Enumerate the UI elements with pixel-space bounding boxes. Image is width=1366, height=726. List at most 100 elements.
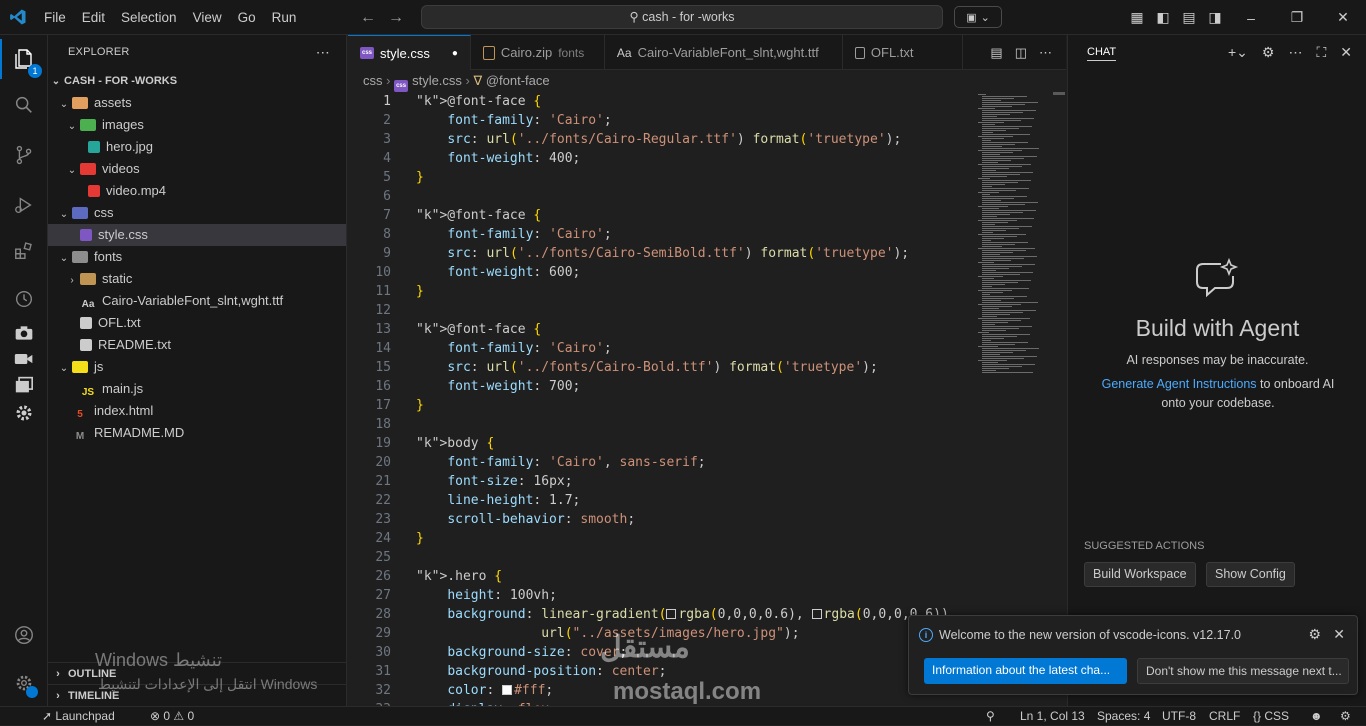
code-line[interactable]: 1 "k">@font-face { xyxy=(348,92,978,111)
notifications-bell-icon[interactable]: ⚙ xyxy=(1340,707,1351,726)
unsaved-dot-icon[interactable]: ● xyxy=(452,48,458,59)
code-line[interactable]: 28 background: linear-gradient(rgba(0,0,… xyxy=(348,605,978,624)
code-line[interactable]: 15 src: url('../fonts/Cairo-Bold.ttf') f… xyxy=(348,358,978,377)
file-item[interactable]: OFL.txt xyxy=(48,312,346,334)
code-line[interactable]: 18 xyxy=(348,415,978,434)
launchpad-item[interactable]: ➚ Launchpad xyxy=(42,707,115,726)
breadcrumb-symbol[interactable]: @font-face xyxy=(486,73,550,88)
tab-cairo-font[interactable]: Aa Cairo-VariableFont_slnt,wght.ttf xyxy=(605,35,843,70)
copilot-status-icon[interactable]: ☻ xyxy=(1310,707,1323,726)
code-line[interactable]: 22 line-height: 1.7; xyxy=(348,491,978,510)
file-item[interactable]: style.css xyxy=(48,224,346,246)
back-arrow-icon[interactable]: ← xyxy=(360,9,376,27)
code-line[interactable]: 14 font-family: 'Cairo'; xyxy=(348,339,978,358)
breadcrumb-css[interactable]: css xyxy=(363,73,383,88)
folder-item[interactable]: ⌄ videos xyxy=(48,158,346,180)
scrollbar-thumb[interactable] xyxy=(1053,92,1065,95)
menu-item-file[interactable]: File xyxy=(36,0,74,35)
latest-changes-button[interactable]: Information about the latest cha... xyxy=(924,658,1127,684)
search-icon[interactable] xyxy=(0,85,48,125)
more-actions-icon[interactable]: ⋯ xyxy=(1039,45,1052,61)
workspace-root[interactable]: ⌄ CASH - FOR -WORKS xyxy=(48,70,346,92)
code-line[interactable]: 5} xyxy=(348,168,978,187)
file-item[interactable]: hero.jpg xyxy=(48,136,346,158)
dont-show-again-button[interactable]: Don't show me this message next t... xyxy=(1137,658,1349,684)
code-line[interactable]: 10 font-weight: 600; xyxy=(348,263,978,282)
extensions-icon[interactable] xyxy=(0,231,48,271)
code-line[interactable]: 27 height: 100vh; xyxy=(348,586,978,605)
new-chat-icon[interactable]: +⌄ xyxy=(1228,35,1248,70)
breadcrumb-file[interactable]: style.css xyxy=(412,73,462,88)
settings-gear-icon[interactable]: ⚙ xyxy=(1308,626,1321,643)
maximize-icon[interactable]: ⛶ xyxy=(1316,35,1326,70)
toggle-secondary-sidebar-icon[interactable]: ◨ xyxy=(1202,9,1228,26)
code-line[interactable]: 3 src: url('../fonts/Cairo-Regular.ttf')… xyxy=(348,130,978,149)
encoding[interactable]: UTF-8 xyxy=(1162,707,1196,726)
indentation[interactable]: Spaces: 4 xyxy=(1097,707,1150,726)
code-editor[interactable]: 1 "k">@font-face {2 font-family: 'Cairo';… xyxy=(348,92,978,706)
build-workspace-button[interactable]: Build Workspace xyxy=(1084,562,1196,587)
settings-gear-icon[interactable]: ⚙ xyxy=(1262,35,1275,70)
show-config-button[interactable]: Show Config xyxy=(1206,562,1295,587)
menu-item-run[interactable]: Run xyxy=(264,0,305,35)
code-line[interactable]: 11} xyxy=(348,282,978,301)
menu-item-view[interactable]: View xyxy=(185,0,230,35)
code-line[interactable]: 12 xyxy=(348,301,978,320)
problems-item[interactable]: ⊗ 0 ⚠ 0 xyxy=(150,707,194,726)
settings-gear-icon[interactable] xyxy=(0,393,48,433)
zoom-icon[interactable]: ⚲ xyxy=(986,707,995,726)
cursor-position[interactable]: Ln 1, Col 13 xyxy=(1020,707,1085,726)
folder-item[interactable]: › static xyxy=(48,268,346,290)
code-line[interactable]: 2 font-family: 'Cairo'; xyxy=(348,111,978,130)
restore-icon[interactable]: ❐ xyxy=(1274,9,1320,26)
code-line[interactable]: 23 scroll-behavior: smooth; xyxy=(348,510,978,529)
chat-tab[interactable]: CHAT xyxy=(1087,46,1117,61)
folder-item[interactable]: ⌄ fonts xyxy=(48,246,346,268)
minimap[interactable] xyxy=(978,92,1058,392)
command-center[interactable]: ⚲ cash - for -works xyxy=(421,5,943,29)
code-line[interactable]: 8 font-family: 'Cairo'; xyxy=(348,225,978,244)
split-editor-icon[interactable]: ◫ xyxy=(1015,45,1027,61)
run-debug-icon[interactable] xyxy=(0,185,48,225)
file-item[interactable]: M REMADME.MD xyxy=(48,422,346,444)
folder-item[interactable]: ⌄ js xyxy=(48,356,346,378)
language-mode[interactable]: {} CSS xyxy=(1253,707,1289,726)
toggle-sidebar-icon[interactable]: ◧ xyxy=(1150,9,1176,26)
folder-item[interactable]: ⌄ images xyxy=(48,114,346,136)
code-line[interactable]: 26 "k">.hero { xyxy=(348,567,978,586)
generate-instructions-link[interactable]: Generate Agent Instructions xyxy=(1102,377,1257,391)
layout-icon[interactable]: ▦ xyxy=(1124,9,1150,26)
code-line[interactable]: 9 src: url('../fonts/Cairo-SemiBold.ttf'… xyxy=(348,244,978,263)
close-icon[interactable]: ✕ xyxy=(1333,626,1345,643)
menu-item-edit[interactable]: Edit xyxy=(74,0,113,35)
manage-gear-icon[interactable] xyxy=(0,663,48,703)
code-line[interactable]: 13 "k">@font-face { xyxy=(348,320,978,339)
menu-item-selection[interactable]: Selection xyxy=(113,0,185,35)
file-item[interactable]: JS main.js xyxy=(48,378,346,400)
tab-style-css[interactable]: css style.css ● xyxy=(348,35,471,70)
menu-item-go[interactable]: Go xyxy=(230,0,264,35)
code-line[interactable]: 20 font-family: 'Cairo', sans-serif; xyxy=(348,453,978,472)
code-line[interactable]: 16 font-weight: 700; xyxy=(348,377,978,396)
file-item[interactable]: Aa Cairo-VariableFont_slnt,wght.ttf xyxy=(48,290,346,312)
folder-item[interactable]: ⌄ assets xyxy=(48,92,346,114)
code-line[interactable]: 6 xyxy=(348,187,978,206)
file-item[interactable]: video.mp4 xyxy=(48,180,346,202)
code-line[interactable]: 4 font-weight: 400; xyxy=(348,149,978,168)
copilot-button[interactable]: ▣ ⌄ xyxy=(954,6,1002,28)
file-item[interactable]: 5 index.html xyxy=(48,400,346,422)
minimize-icon[interactable]: – xyxy=(1228,10,1274,26)
tab-ofl-txt[interactable]: OFL.txt xyxy=(843,35,963,70)
code-line[interactable]: 7 "k">@font-face { xyxy=(348,206,978,225)
more-actions-icon[interactable]: ⋯ xyxy=(316,35,330,70)
code-line[interactable]: 19 "k">body { xyxy=(348,434,978,453)
line-ending[interactable]: CRLF xyxy=(1209,707,1240,726)
open-preview-icon[interactable]: ▤ xyxy=(990,45,1002,61)
code-line[interactable]: 24} xyxy=(348,529,978,548)
close-icon[interactable]: ✕ xyxy=(1340,35,1352,70)
code-line[interactable]: 17} xyxy=(348,396,978,415)
account-icon[interactable] xyxy=(0,615,48,655)
code-line[interactable]: 21 font-size: 16px; xyxy=(348,472,978,491)
file-item[interactable]: README.txt xyxy=(48,334,346,356)
folder-item[interactable]: ⌄ css xyxy=(48,202,346,224)
